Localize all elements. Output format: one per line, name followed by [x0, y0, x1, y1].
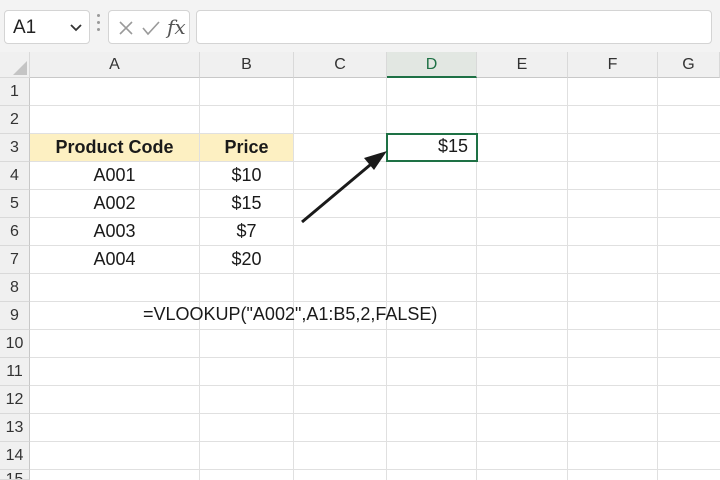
check-icon[interactable] [141, 19, 161, 37]
row-header-14[interactable]: 14 [0, 442, 30, 470]
select-all-corner[interactable] [0, 52, 30, 78]
drag-handle-icon[interactable] [97, 14, 101, 40]
row-header-3[interactable]: 3 [0, 134, 30, 162]
column-header-d[interactable]: D [387, 52, 477, 78]
row-header-5[interactable]: 5 [0, 190, 30, 218]
row-header-8[interactable]: 8 [0, 274, 30, 302]
column-header-e[interactable]: E [477, 52, 568, 78]
select-all-icon [13, 61, 27, 75]
chevron-down-icon[interactable] [69, 23, 83, 33]
column-header-g[interactable]: G [658, 52, 720, 78]
row-header-12[interactable]: 12 [0, 386, 30, 414]
column-header-f[interactable]: F [568, 52, 658, 78]
column-header-a[interactable]: A [30, 52, 200, 78]
insert-function-icon[interactable]: fx [167, 15, 186, 39]
row-header-9[interactable]: 9 [0, 302, 30, 330]
row-header-13[interactable]: 13 [0, 414, 30, 442]
formula-annotation: =VLOOKUP("A002",A1:B5,2,FALSE) [143, 304, 438, 324]
row-header-2[interactable]: 2 [0, 106, 30, 134]
row-header-4[interactable]: 4 [0, 162, 30, 190]
row-header-15[interactable]: 15 [0, 470, 30, 480]
name-box[interactable]: A1 [4, 10, 90, 44]
cancel-icon[interactable] [117, 19, 135, 37]
row-header-7[interactable]: 7 [0, 246, 30, 274]
row-header-11[interactable]: 11 [0, 358, 30, 386]
column-header-c[interactable]: C [294, 52, 387, 78]
arrow-annotation-icon [301, 151, 387, 224]
formula-actions: fx [108, 10, 190, 44]
row-header-1[interactable]: 1 [0, 78, 30, 106]
row-header-6[interactable]: 6 [0, 218, 30, 246]
row-header-10[interactable]: 10 [0, 330, 30, 358]
formula-input[interactable] [196, 10, 712, 44]
column-header-b[interactable]: B [200, 52, 294, 78]
formula-toolbar: A1 fx [0, 0, 720, 56]
name-box-value: A1 [13, 17, 37, 38]
